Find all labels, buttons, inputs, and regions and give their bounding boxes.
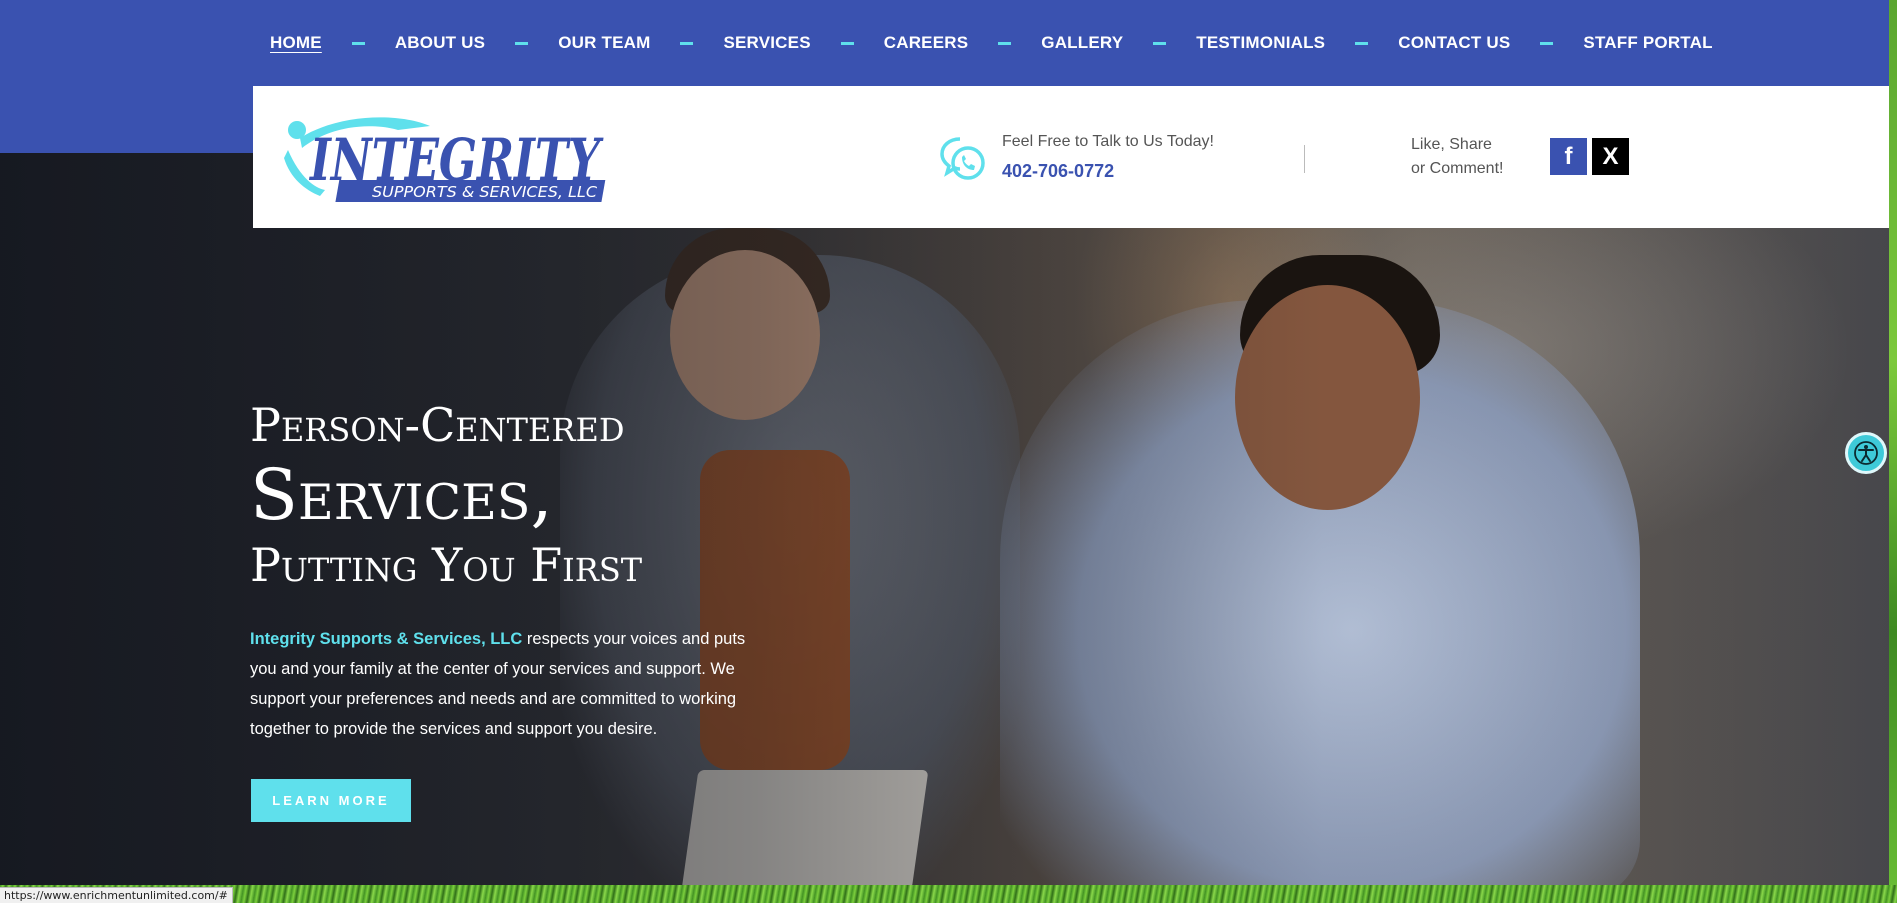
grass-edge-right [1889, 0, 1897, 903]
nav-careers[interactable]: CAREERS [884, 33, 969, 53]
nav-separator [515, 41, 529, 45]
status-url: https://www.enrichmentunlimited.com/# [0, 887, 233, 903]
nav-separator [998, 41, 1012, 45]
hero-intro: Integrity Supports & Services, LLC respe… [250, 624, 750, 744]
nav-separator [840, 41, 854, 45]
nav-staff-portal[interactable]: STAFF PORTAL [1583, 33, 1712, 53]
nav-contact-us[interactable]: CONTACT US [1398, 33, 1510, 53]
integrity-logo[interactable]: INTEGRITY SUPPORTS & SERVICES, LLC [280, 108, 625, 208]
header-divider [1304, 145, 1305, 173]
nav-services[interactable]: SERVICES [723, 33, 810, 53]
nav-gallery[interactable]: GALLERY [1041, 33, 1123, 53]
nav-our-team[interactable]: OUR TEAM [558, 33, 650, 53]
logo-subtitle: SUPPORTS & SERVICES, LLC [372, 183, 598, 201]
talk-label: Feel Free to Talk to Us Today! [1002, 133, 1214, 150]
hero-headline-line-3: Putting You First [250, 538, 643, 592]
social-label-line-2: or Comment! [1411, 160, 1504, 177]
nav-about-us[interactable]: ABOUT US [395, 33, 485, 53]
nav-separator [1355, 41, 1369, 45]
x-icon[interactable]: X [1592, 138, 1629, 175]
header-blue-accent [0, 86, 253, 153]
main-nav: HOME ABOUT US OUR TEAM SERVICES CAREERS … [270, 0, 1713, 86]
accessibility-figure-icon [1854, 441, 1878, 465]
nav-separator [351, 41, 365, 45]
phone-chat-icon [940, 137, 985, 180]
hero-headline-line-2: Services, [250, 454, 553, 536]
nav-home[interactable]: HOME [270, 33, 322, 53]
learn-more-button[interactable]: LEARN MORE [251, 779, 411, 822]
nav-separator [1540, 41, 1554, 45]
nav-separator [680, 41, 694, 45]
social-label-line-1: Like, Share [1411, 136, 1492, 153]
facebook-icon[interactable]: f [1550, 138, 1587, 175]
hero-intro-brand: Integrity Supports & Services, LLC [250, 630, 523, 648]
hero-headline-line-1: Person-Centered [250, 398, 625, 452]
grass-edge-bottom [0, 885, 1897, 903]
accessibility-icon[interactable] [1845, 432, 1887, 474]
social-label: Like, Share or Comment! [1411, 133, 1531, 181]
nav-testimonials[interactable]: TESTIMONIALS [1196, 33, 1325, 53]
phone-link[interactable]: 402-706-0772 [1002, 161, 1114, 182]
nav-separator [1153, 41, 1167, 45]
hero-headline: Person-Centered Services, Putting You Fi… [250, 395, 642, 595]
